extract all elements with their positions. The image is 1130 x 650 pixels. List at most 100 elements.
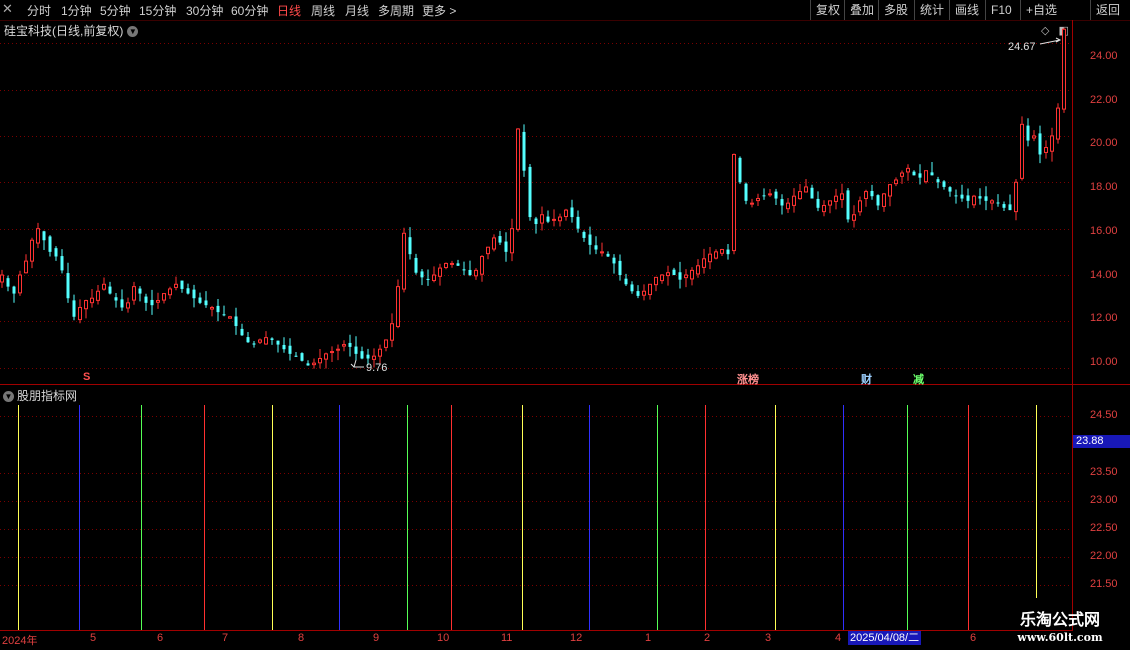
candle-body (30, 239, 34, 262)
zhangbang-tag[interactable]: 涨榜 (736, 371, 760, 387)
candle-body (840, 193, 844, 201)
candle-body (618, 260, 622, 276)
candle-body (1032, 135, 1036, 139)
candle-body (432, 274, 436, 282)
indicator-tick: 23.50 (1090, 466, 1118, 478)
indicator-current-value: 23.88 (1073, 435, 1130, 448)
candle-body (456, 263, 460, 266)
candle-body (996, 202, 1000, 204)
candle-body (462, 269, 466, 271)
candle-body (1056, 107, 1060, 140)
candle-body (468, 269, 472, 276)
candle-body (942, 181, 946, 187)
candle-body (750, 202, 754, 205)
candle-body (390, 323, 394, 341)
candle-body (816, 198, 820, 208)
candle-body (342, 344, 346, 347)
price-axis: 24.00 22.00 20.00 18.00 16.00 14.00 12.0… (1073, 20, 1130, 384)
candle-body (48, 236, 52, 252)
candle-body (702, 258, 706, 268)
candle-body (600, 251, 604, 254)
candle-body (738, 157, 742, 183)
candle-body (822, 204, 826, 213)
cursor-date: 2025/04/08/二 (848, 631, 922, 645)
indicator-lines (18, 405, 1037, 630)
candle-body (852, 214, 856, 221)
candle-body (318, 357, 322, 364)
candle-body (288, 345, 292, 354)
chevron-down-icon[interactable]: ▼ (3, 391, 14, 403)
candle-body (528, 166, 532, 218)
candle-body (810, 187, 814, 199)
candle-body (870, 190, 874, 197)
candle-body (402, 232, 406, 290)
candle-body (720, 249, 724, 254)
candle-body (960, 194, 964, 199)
candle-body (126, 302, 130, 309)
candle-body (234, 316, 238, 327)
date-tick: 10 (437, 632, 450, 644)
candle-body (1044, 147, 1048, 153)
candle-body (1038, 133, 1042, 155)
candle-body (348, 342, 352, 347)
date-tick: 6 (157, 632, 164, 644)
candle-body (276, 340, 280, 345)
candle-body (108, 286, 112, 294)
candle-body (144, 296, 148, 303)
candle-body (798, 191, 802, 200)
date-tick: 9 (373, 632, 380, 644)
candle-body (1014, 181, 1018, 213)
candle-body (450, 262, 454, 265)
candle-body (42, 231, 46, 241)
candle-body (1002, 204, 1006, 208)
s-tag[interactable]: S (82, 371, 91, 383)
candle-body (696, 265, 700, 275)
candle-body (690, 269, 694, 280)
candle-body (102, 283, 106, 290)
candle-body (78, 306, 82, 321)
candle-body (804, 186, 808, 193)
candle-body (624, 278, 628, 285)
cai-tag[interactable]: 财 (860, 371, 873, 387)
candle-body (198, 297, 202, 303)
candle-body (1050, 135, 1054, 152)
candle-body (786, 202, 790, 210)
candle-body (768, 193, 772, 196)
candle-body (972, 195, 976, 206)
jian-tag[interactable]: 减 (912, 371, 925, 387)
indicator-axis: 24.50 23.88 23.50 23.00 22.50 22.00 21.5… (1073, 385, 1130, 630)
candle-body (912, 171, 916, 176)
candle-body (714, 251, 718, 259)
indicator-tick: 22.50 (1090, 522, 1118, 534)
candle-body (384, 339, 388, 348)
candle-body (756, 198, 760, 202)
candle-body (762, 195, 766, 197)
price-tick: 10.00 (1090, 356, 1118, 368)
candle-body (324, 353, 328, 360)
low-label: 9.76 (366, 362, 387, 374)
candle-body (534, 218, 538, 225)
candle-body (636, 291, 640, 296)
indicator-tick: 24.50 (1090, 409, 1118, 421)
high-label: 24.67 (1008, 41, 1036, 53)
candle-body (948, 187, 952, 192)
candle-body (378, 348, 382, 357)
candle-body (978, 196, 982, 199)
candle-body (72, 300, 76, 317)
candle-body (672, 269, 676, 276)
indicator-title: ▼ 股朋指标网 (3, 387, 77, 404)
candle-body (60, 256, 64, 271)
candle-body (726, 249, 730, 255)
candle-body (834, 195, 838, 202)
date-tick: 12 (570, 632, 583, 644)
candle-body (426, 278, 430, 280)
candle-body (864, 191, 868, 199)
candle-body (828, 200, 832, 206)
candle-body (252, 343, 256, 345)
candle-body (54, 248, 58, 257)
candle-body (660, 274, 664, 282)
candle-body (906, 167, 910, 173)
candle-body (900, 172, 904, 177)
price-tick: 14.00 (1090, 269, 1118, 281)
candle-body (522, 131, 526, 171)
